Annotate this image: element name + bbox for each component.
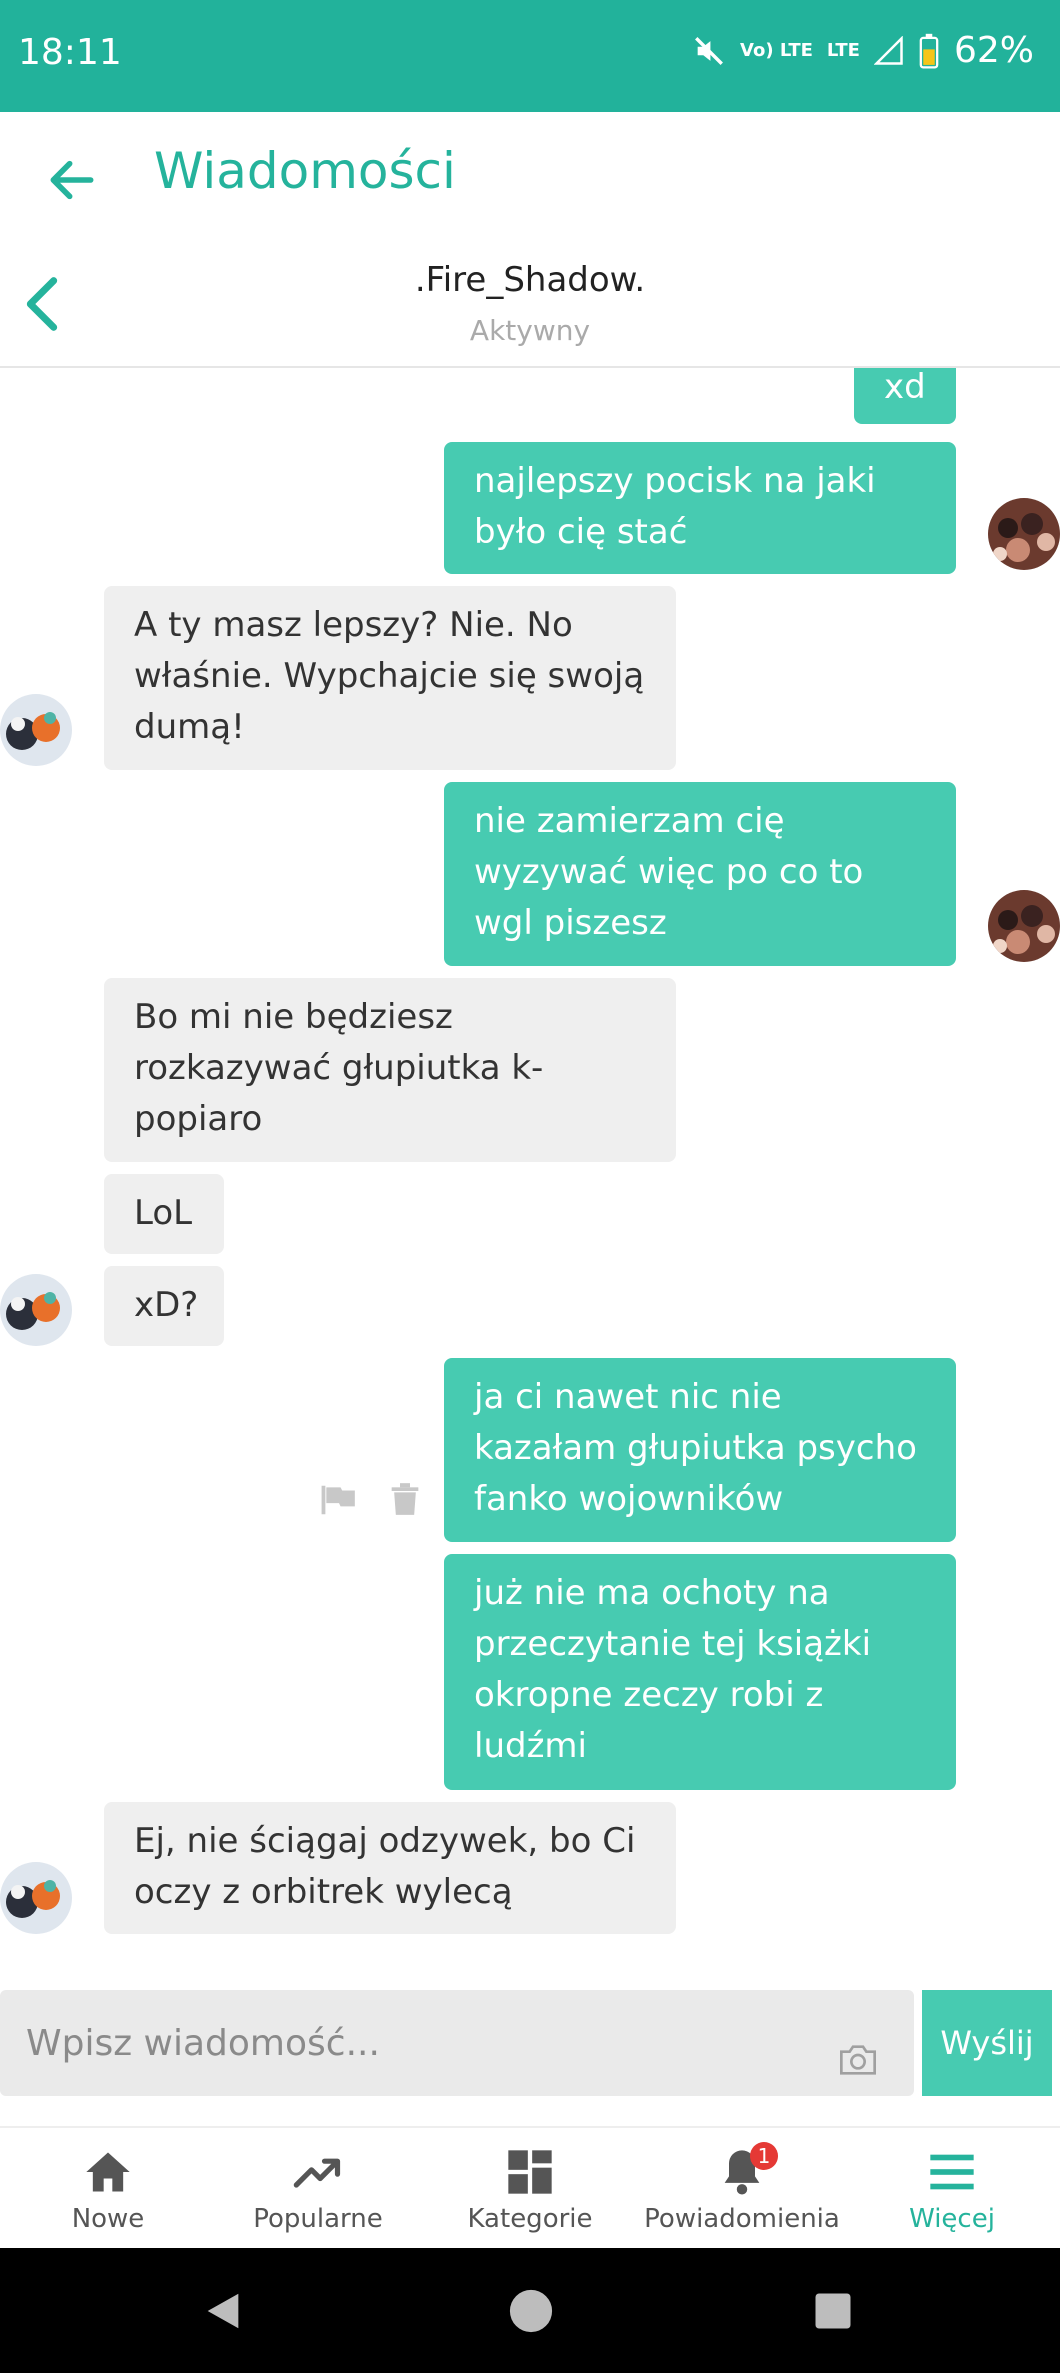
- battery-icon: [919, 33, 939, 69]
- contact-avatar-image: [0, 1862, 72, 1934]
- contact-name[interactable]: .Fire_Shadow.: [0, 260, 1060, 300]
- battery-percent: 62%: [953, 30, 1034, 71]
- send-button[interactable]: Wyślij: [922, 1990, 1052, 2096]
- page-title: Wiadomości: [154, 142, 456, 200]
- message-bubble: LoL: [104, 1174, 224, 1254]
- nav-label: Powiadomienia: [644, 2204, 840, 2234]
- message-input[interactable]: [0, 1990, 914, 2096]
- menu-icon: [930, 2154, 974, 2190]
- message-bubble: najlepszy pocisk na jaki było cię stać: [444, 442, 956, 574]
- flag-icon[interactable]: [320, 1484, 358, 1516]
- status-bar: 18:11 Vo) LTE LTE 62%: [0, 0, 1060, 112]
- contact-avatar-image: [0, 694, 72, 766]
- message-bubble: Bo mi nie będziesz rozkazywać głupiutka …: [104, 978, 676, 1162]
- message-list[interactable]: xd najlepszy pocisk na jaki było cię sta…: [0, 368, 1060, 1968]
- message-bubble: xd: [854, 368, 956, 424]
- contact-avatar[interactable]: [0, 1274, 72, 1346]
- my-avatar[interactable]: [988, 498, 1060, 570]
- my-avatar-image: [988, 498, 1060, 570]
- status-icons: Vo) LTE LTE 62%: [692, 30, 1034, 71]
- back-arrow-icon[interactable]: [44, 152, 100, 208]
- signal-icon: [873, 35, 903, 65]
- message-bubble: ja ci nawet nic nie kazałam głupiutka ps…: [444, 1358, 956, 1542]
- nav-label: Więcej: [909, 2204, 995, 2234]
- system-home-icon[interactable]: [508, 2288, 554, 2334]
- notification-badge: 1: [750, 2142, 778, 2170]
- nav-label: Popularne: [253, 2204, 383, 2234]
- nav-item-nowe[interactable]: Nowe: [2, 2128, 214, 2250]
- mute-icon: [695, 36, 723, 65]
- contact-avatar[interactable]: [0, 1862, 72, 1934]
- trending-icon: [293, 2158, 341, 2188]
- contact-avatar[interactable]: [0, 694, 72, 766]
- message-bubble: nie zamierzam cię wyzywać więc po co to …: [444, 782, 956, 966]
- grid-icon: [508, 2150, 552, 2194]
- nav-item-powiadomienia[interactable]: 1 Powiadomienia: [636, 2128, 848, 2250]
- message-bubble: A ty masz lepszy? Nie. No właśnie. Wypch…: [104, 586, 676, 770]
- contact-avatar-image: [0, 1274, 72, 1346]
- message-bubble: xD?: [104, 1266, 224, 1346]
- home-icon: [86, 2152, 130, 2192]
- app-header: Wiadomości: [0, 112, 1060, 240]
- nav-label: Kategorie: [467, 2204, 593, 2234]
- chat-header: .Fire_Shadow. Aktywny: [0, 240, 1060, 368]
- my-avatar-image: [988, 890, 1060, 962]
- system-nav-bar: [0, 2248, 1060, 2373]
- my-avatar[interactable]: [988, 890, 1060, 962]
- volte-icon: Vo) LTE: [740, 39, 813, 61]
- nav-item-wiecej[interactable]: Więcej: [846, 2128, 1058, 2250]
- bottom-nav: Nowe Popularne Kategorie 1 Powiadomienia…: [0, 2126, 1060, 2250]
- status-time: 18:11: [18, 32, 122, 73]
- camera-icon[interactable]: [838, 2042, 878, 2078]
- message-bubble: Ej, nie ściągaj odzywek, bo Ci oczy z or…: [104, 1802, 676, 1934]
- contact-status: Aktywny: [469, 314, 591, 347]
- nav-item-popularne[interactable]: Popularne: [212, 2128, 424, 2250]
- system-recents-icon[interactable]: [812, 2290, 854, 2332]
- compose-bar: Wyślij: [0, 1990, 1060, 2100]
- message-bubble: już nie ma ochoty na przeczytanie tej ks…: [444, 1554, 956, 1790]
- lte-icon: LTE: [826, 39, 860, 61]
- nav-label: Nowe: [71, 2204, 145, 2234]
- nav-item-kategorie[interactable]: Kategorie: [424, 2128, 636, 2250]
- system-back-icon[interactable]: [200, 2288, 246, 2334]
- trash-icon[interactable]: [390, 1482, 420, 1516]
